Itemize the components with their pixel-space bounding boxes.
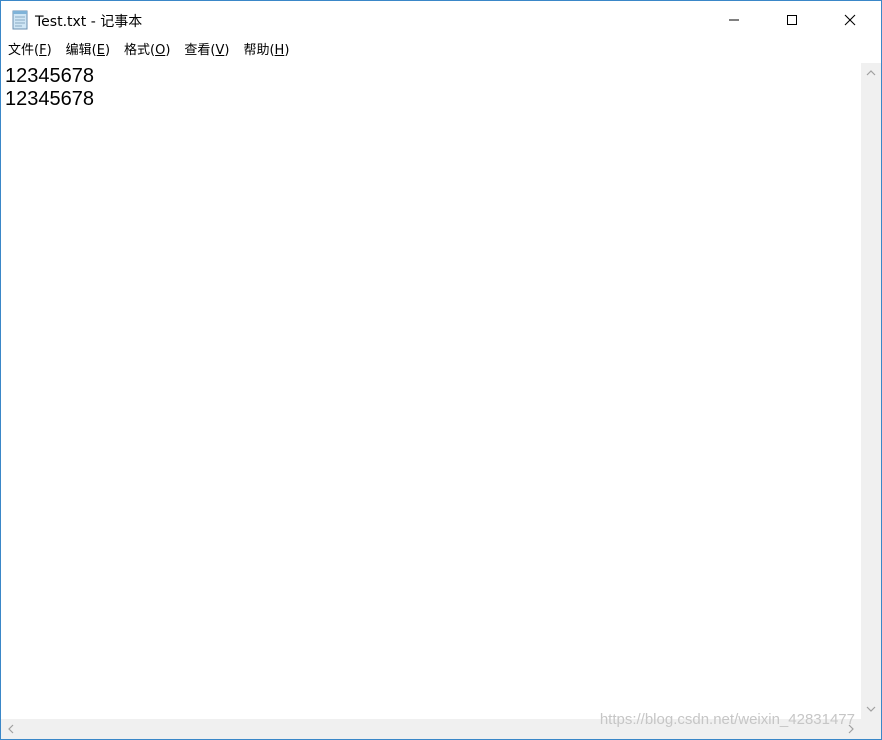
menu-help[interactable]: 帮助(H) [236,39,296,63]
menu-edit[interactable]: 编辑(E) [59,39,117,63]
minimize-icon [728,11,740,30]
editor-content[interactable]: 12345678 12345678 [5,65,94,111]
maximize-button[interactable] [763,1,821,39]
window-title: Test.txt - 记事本 [35,14,143,30]
scroll-up-icon[interactable] [861,63,881,83]
text-editor-area[interactable]: 12345678 12345678 [1,63,861,719]
maximize-icon [786,11,798,30]
menu-format[interactable]: 格式(O) [117,39,177,63]
close-button[interactable] [821,1,879,39]
editor-line: 12345678 [5,65,94,87]
vertical-scrollbar[interactable] [861,63,881,719]
notepad-window: Test.txt - 记事本 文件(F) 编辑(E) 格式(O) 查看(V) 帮… [0,0,882,740]
notepad-icon[interactable] [11,10,29,30]
watermark-text: https://blog.csdn.net/weixin_42831477 [599,711,855,728]
title-bar[interactable]: Test.txt - 记事本 [1,1,881,39]
editor-line: 12345678 [5,88,94,110]
minimize-button[interactable] [705,1,763,39]
menu-view[interactable]: 查看(V) [177,39,236,63]
scrollbar-corner [861,719,881,739]
close-icon [844,11,856,30]
scroll-left-icon[interactable] [1,719,21,739]
menu-file[interactable]: 文件(F) [1,39,59,63]
scroll-down-icon[interactable] [861,699,881,719]
menu-bar: 文件(F) 编辑(E) 格式(O) 查看(V) 帮助(H) [1,39,881,63]
